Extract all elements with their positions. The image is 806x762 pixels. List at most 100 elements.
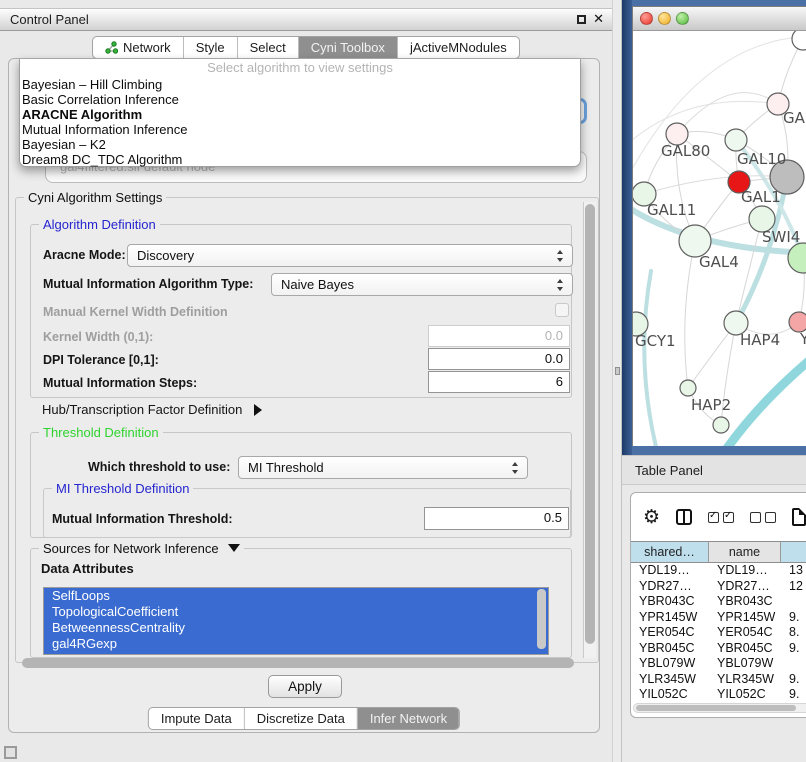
collapse-panel-button[interactable] (4, 746, 17, 759)
hub-section-label: Hub/Transcription Factor Definition (42, 402, 242, 417)
select-all-icon[interactable] (708, 512, 734, 523)
network-window-titlebar[interactable] (633, 7, 806, 31)
table-row[interactable]: YBR045CYBR045C9. (631, 641, 806, 657)
mi-threshold-field[interactable]: 0.5 (424, 507, 569, 530)
algorithm-option-mutual-information-inference[interactable]: Mutual Information Inference (20, 122, 580, 137)
table-cell: YLR345W (709, 672, 781, 688)
screen: Control Panel ✕ NetworkStyleSelectCyni T… (0, 0, 806, 762)
table-header-row: shared…nameA (631, 541, 806, 563)
column-header-a[interactable]: A (781, 541, 806, 563)
attribute-item-betweennesscentrality[interactable]: BetweennessCentrality (44, 620, 548, 636)
network-node[interactable] (789, 312, 806, 332)
manual-kernel-checkbox[interactable] (555, 303, 569, 317)
panel-splitter[interactable] (612, 0, 622, 762)
network-icon (105, 41, 118, 54)
table-row[interactable]: YLR345WYLR345W9. (631, 672, 806, 688)
close-traffic-light[interactable] (640, 12, 653, 25)
close-icon[interactable]: ✕ (593, 11, 604, 27)
network-node[interactable] (792, 31, 806, 50)
dpi-tolerance-field[interactable]: 0.0 (428, 348, 570, 370)
tab-discretize-data[interactable]: Discretize Data (244, 708, 357, 729)
settings-hscrollbar-thumb[interactable] (22, 658, 574, 668)
tab-impute-data[interactable]: Impute Data (149, 708, 244, 729)
table-cell: YER054C (709, 625, 781, 641)
table-cell: YBL079W (631, 656, 709, 672)
aracne-mode-combo[interactable]: Discovery (127, 244, 573, 267)
table-toolbar: ⚙ (631, 499, 806, 535)
sources-group-title[interactable]: Sources for Network Inference (39, 541, 244, 556)
kernel-width-field[interactable]: 0.0 (428, 325, 570, 347)
table-hscrollbar-track[interactable] (633, 703, 806, 713)
table-cell: YIL052C (709, 687, 781, 698)
algorithm-option-bayesian-k2[interactable]: Bayesian – K2 (20, 137, 580, 152)
table-row[interactable]: YBL079WYBL079W (631, 656, 806, 672)
zoom-traffic-light[interactable] (676, 12, 689, 25)
hub-section-toggle[interactable]: Hub/Transcription Factor Definition (42, 402, 262, 417)
control-panel-title: Control Panel (10, 9, 89, 31)
tab-cyni-toolbox[interactable]: Cyni Toolbox (298, 37, 397, 58)
minimize-traffic-light[interactable] (658, 12, 671, 25)
table-row[interactable]: YER054CYER054C8. (631, 625, 806, 641)
network-canvas[interactable]: GALGAL80GAL10GAL1GAL11SWI4GAL4GCY1HAP4YH… (633, 31, 806, 446)
table-cell: YBR045C (709, 641, 781, 657)
attribute-item-selfloops[interactable]: SelfLoops (44, 588, 548, 604)
tab-style[interactable]: Style (183, 37, 237, 58)
float-window-icon[interactable] (577, 15, 586, 24)
tab-select[interactable]: Select (237, 37, 298, 58)
node-label-hap4: HAP4 (740, 331, 780, 349)
cyni-algorithm-settings-group: Cyni Algorithm Settings Algorithm Defini… (15, 197, 599, 663)
table-cell: YDL19… (631, 563, 709, 579)
node-label-gal80: GAL80 (661, 142, 710, 160)
data-attributes-list[interactable]: SelfLoopsTopologicalCoefficientBetweenne… (43, 587, 549, 655)
table-hscrollbar-thumb[interactable] (636, 705, 796, 711)
table-row[interactable]: YIL052CYIL052C9. (631, 687, 806, 698)
settings-scrollbar-track[interactable] (583, 202, 596, 658)
dpi-tolerance-label: DPI Tolerance [0,1]: (43, 353, 159, 367)
algorithm-option-bayesian-hill-climbing[interactable]: Bayesian – Hill Climbing (20, 77, 580, 92)
document-icon[interactable] (792, 508, 806, 526)
tab-network[interactable]: Network (93, 37, 183, 58)
column-layout-icon[interactable] (676, 509, 692, 525)
table-cell: 9. (781, 672, 806, 688)
algorithm-option-dream8-dc-tdc-algorithm[interactable]: Dream8 DC_TDC Algorithm (20, 152, 580, 167)
mi-algorithm-type-combo[interactable]: Naive Bayes (271, 273, 573, 296)
table-row[interactable]: YPR145WYPR145W9. (631, 610, 806, 626)
table-cell: YER054C (631, 625, 709, 641)
which-threshold-combo[interactable]: MI Threshold (238, 456, 528, 479)
mi-threshold-definition-group: MI Threshold Definition Mutual Informati… (43, 488, 571, 538)
splitter-handle-icon[interactable] (615, 367, 620, 375)
gear-icon[interactable]: ⚙ (643, 508, 660, 527)
table-cell: 13 (781, 563, 806, 579)
expanded-arrow-icon (228, 544, 240, 552)
settings-scrollbar-thumb[interactable] (585, 204, 595, 644)
threshold-definition-group: Threshold Definition Which threshold to … (30, 432, 572, 538)
table-cell: 9. (781, 610, 806, 626)
table-row[interactable]: YDL19…YDL19…13 (631, 563, 806, 579)
network-node[interactable] (725, 129, 747, 151)
network-node[interactable] (788, 243, 806, 273)
table-cell: YBL079W (709, 656, 781, 672)
tab-infer-network[interactable]: Infer Network (357, 708, 459, 729)
column-header-name[interactable]: name (709, 541, 781, 563)
column-header-shared[interactable]: shared… (631, 541, 709, 563)
algorithm-option-aracne-algorithm[interactable]: ARACNE Algorithm (20, 107, 580, 122)
algorithm-definition-title: Algorithm Definition (39, 217, 160, 232)
tab-label: Infer Network (370, 711, 447, 726)
algorithm-option-basic-correlation-inference[interactable]: Basic Correlation Inference (20, 92, 580, 107)
attribute-item-topologicalcoefficient[interactable]: TopologicalCoefficient (44, 604, 548, 620)
tab-jactivemnodules[interactable]: jActiveMNodules (397, 37, 519, 58)
control-panel-tabs: NetworkStyleSelectCyni ToolboxjActiveMNo… (92, 36, 520, 59)
node-label-gcy1: GCY1 (635, 332, 676, 350)
table-row[interactable]: YDR27…YDR27…12 (631, 579, 806, 595)
network-node[interactable] (713, 417, 729, 433)
attributes-scrollbar-thumb[interactable] (537, 589, 546, 649)
attribute-item-gal4rgexp[interactable]: gal4RGexp (44, 636, 548, 652)
control-panel-body: gal4filtered.sif default node Select alg… (8, 58, 600, 733)
table-panel-title: Table Panel (635, 456, 703, 485)
table-card: ⚙ shared…nameA YDL19…YDL19…13YDR27…YDR27… (630, 492, 806, 718)
network-node[interactable] (680, 380, 696, 396)
mi-steps-field[interactable]: 6 (428, 371, 570, 393)
apply-button[interactable]: Apply (268, 675, 342, 698)
deselect-all-icon[interactable] (750, 512, 776, 523)
table-row[interactable]: YBR043CYBR043C (631, 594, 806, 610)
